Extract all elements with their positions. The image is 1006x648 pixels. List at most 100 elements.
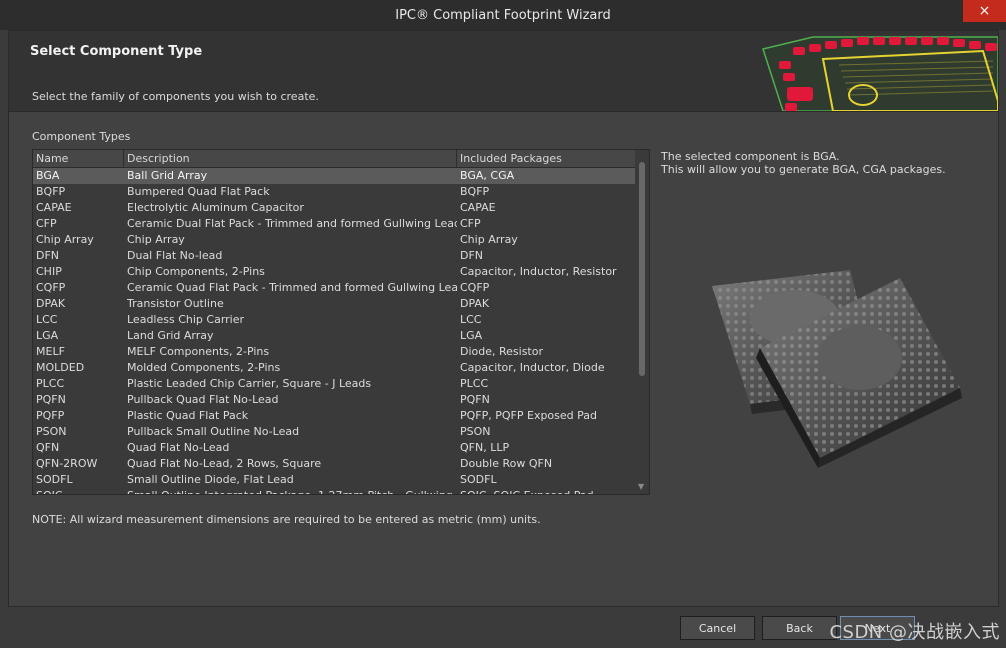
cell-name: CQFP: [36, 281, 66, 294]
cell-description: Bumpered Quad Flat Pack: [127, 185, 270, 198]
table-row[interactable]: SOICSmall Outline Integrated Package, 1.…: [33, 488, 635, 494]
table-row[interactable]: LCC Leadless Chip Carrier LCC: [33, 312, 635, 328]
table-row[interactable]: MOLDED Molded Components, 2-Pins Capacitor…: [33, 360, 635, 376]
cell-included-packages: PLCC: [460, 377, 489, 390]
column-header-description[interactable]: Description: [124, 150, 457, 167]
cell-name: PSON: [36, 425, 67, 438]
cancel-button[interactable]: Cancel: [680, 616, 755, 640]
cell-name: LCC: [36, 313, 58, 326]
cell-description: Land Grid Array: [127, 329, 214, 342]
cell-included-packages: DPAK: [460, 297, 490, 310]
cell-description: Pullback Quad Flat No-Lead: [127, 393, 279, 406]
table-row[interactable]: CAPAE Electrolytic Aluminum Capacitor CAPA…: [33, 200, 635, 216]
table-body: BGA Ball Grid Array BGA, CGA BQFP Bumpered Q…: [33, 168, 635, 494]
cell-included-packages: Capacitor, Inductor, Diode: [460, 361, 605, 374]
table-row[interactable]: BGA Ball Grid Array BGA, CGA: [33, 168, 635, 184]
table-row[interactable]: PQFN Pullback Quad Flat No-Lead PQFN: [33, 392, 635, 408]
scrollbar-thumb[interactable]: [639, 162, 645, 376]
cell-included-packages: QFN, LLP: [460, 441, 510, 454]
cell-name: PQFN: [36, 393, 66, 406]
table-row[interactable]: CFP Ceramic Dual Flat Pack - Trimmed and …: [33, 216, 635, 232]
cell-included-packages: Capacitor, Inductor, Resistor: [460, 265, 617, 278]
cell-included-packages: CQFP: [460, 281, 490, 294]
cell-name: QFN-2ROW: [36, 457, 98, 470]
window-title: IPC® Compliant Footprint Wizard: [395, 7, 611, 23]
cell-name: DFN: [36, 249, 60, 262]
cell-included-packages: BGA, CGA: [460, 169, 515, 182]
table-row[interactable]: SODFL Small Outline Diode, Flat Lead SODFL: [33, 472, 635, 488]
cell-description: Dual Flat No-lead: [127, 249, 223, 262]
table-row[interactable]: PSON Pullback Small Outline No-Lead PSON: [33, 424, 635, 440]
table-row[interactable]: PLCC Plastic Leaded Chip Carrier, Square …: [33, 376, 635, 392]
cell-description: Ceramic Dual Flat Pack - Trimmed and for…: [127, 217, 457, 230]
cell-description: MELF Components, 2-Pins: [127, 345, 270, 358]
table-row[interactable]: Chip Array Chip Array Chip Array: [33, 232, 635, 248]
cell-included-packages: Chip Array: [460, 233, 518, 246]
cell-description: Pullback Small Outline No-Lead: [127, 425, 300, 438]
cell-description: Transistor Outline: [127, 297, 224, 310]
cell-name: BGA: [36, 169, 60, 182]
table-row[interactable]: DPAK Transistor Outline DPAK: [33, 296, 635, 312]
cell-description: Ceramic Quad Flat Pack - Trimmed and for…: [127, 281, 457, 294]
cell-included-packages: LGA: [460, 329, 483, 342]
table-row[interactable]: CHIP Chip Components, 2-Pins Capacitor, In…: [33, 264, 635, 280]
cell-name: BQFP: [36, 185, 66, 198]
table-row[interactable]: MELF MELF Components, 2-Pins Diode, Resist…: [33, 344, 635, 360]
cell-name: MOLDED: [36, 361, 85, 374]
cell-included-packages: PSON: [460, 425, 491, 438]
cell-description: Small Outline Integrated Package, 1.27mm…: [127, 488, 457, 494]
cell-description: Molded Components, 2-Pins: [127, 361, 281, 374]
table-row[interactable]: PQFP Plastic Quad Flat Pack PQFP, PQFP Exp…: [33, 408, 635, 424]
cell-name: Chip Array: [36, 233, 94, 246]
cell-description: Chip Components, 2-Pins: [127, 265, 265, 278]
table-row[interactable]: DFN Dual Flat No-lead DFN: [33, 248, 635, 264]
cell-description: Leadless Chip Carrier: [127, 313, 245, 326]
cell-name: CHIP: [36, 265, 62, 278]
table-row[interactable]: BQFP Bumpered Quad Flat Pack BQFP: [33, 184, 635, 200]
cell-included-packages: PQFN: [460, 393, 490, 406]
cell-name: QFN: [36, 441, 60, 454]
cell-name: CAPAE: [36, 201, 72, 214]
cell-included-packages: SODFL: [460, 473, 497, 486]
column-header-included-packages[interactable]: Included Packages: [457, 150, 635, 167]
metric-units-note: NOTE: All wizard measurement dimensions …: [32, 513, 541, 526]
table-scrollbar[interactable]: ▼: [635, 150, 649, 494]
instructions-text: Select the family of components you wish…: [32, 90, 319, 103]
cell-name: PLCC: [36, 377, 65, 390]
close-button[interactable]: ×: [963, 0, 1006, 22]
cell-included-packages: CAPAE: [460, 201, 496, 214]
cell-description: Plastic Leaded Chip Carrier, Square - J …: [127, 377, 372, 390]
cell-name: SODFL: [36, 473, 73, 486]
cell-included-packages: CFP: [460, 217, 481, 230]
selection-info: The selected component is BGA. This will…: [661, 150, 946, 176]
cell-included-packages: Double Row QFN: [460, 457, 553, 470]
cell-name: SOIC: [36, 488, 124, 494]
scroll-down-arrow-icon[interactable]: ▼: [638, 482, 644, 491]
selection-info-line2: This will allow you to generate BGA, CGA…: [661, 163, 946, 176]
csdn-watermark: CSDN @决战嵌入式: [829, 622, 1000, 643]
selection-info-line1: The selected component is BGA.: [661, 150, 840, 163]
bga-package-image: [712, 270, 962, 468]
cell-description: Quad Flat No-Lead: [127, 441, 230, 454]
table-row[interactable]: LGA Land Grid Array LGA: [33, 328, 635, 344]
cell-name: PQFP: [36, 409, 65, 422]
cell-included-packages: Diode, Resistor: [460, 345, 543, 358]
cell-name: DPAK: [36, 297, 66, 310]
component-types-table[interactable]: Name Description Included Packages BGA Ba…: [32, 149, 650, 495]
back-button[interactable]: Back: [762, 616, 837, 640]
cell-included-packages: DFN: [460, 249, 484, 262]
pcb-footprint-illustration: [753, 31, 998, 111]
table-row[interactable]: QFN Quad Flat No-Lead QFN, LLP: [33, 440, 635, 456]
page-title: Select Component Type: [30, 44, 203, 59]
cell-name: LGA: [36, 329, 59, 342]
table-row[interactable]: QFN-2ROW Quad Flat No-Lead, 2 Rows, Squar…: [33, 456, 635, 472]
cell-description: Plastic Quad Flat Pack: [127, 409, 249, 422]
cell-included-packages: SOIC, SOIC Exposed Pad: [460, 488, 632, 494]
cell-included-packages: BQFP: [460, 185, 490, 198]
window-titlebar: IPC® Compliant Footprint Wizard ×: [0, 0, 1006, 30]
cell-included-packages: LCC: [460, 313, 482, 326]
component-types-label: Component Types: [32, 130, 131, 143]
cell-name: MELF: [36, 345, 65, 358]
table-row[interactable]: CQFP Ceramic Quad Flat Pack - Trimmed and…: [33, 280, 635, 296]
column-header-name[interactable]: Name: [33, 150, 124, 167]
